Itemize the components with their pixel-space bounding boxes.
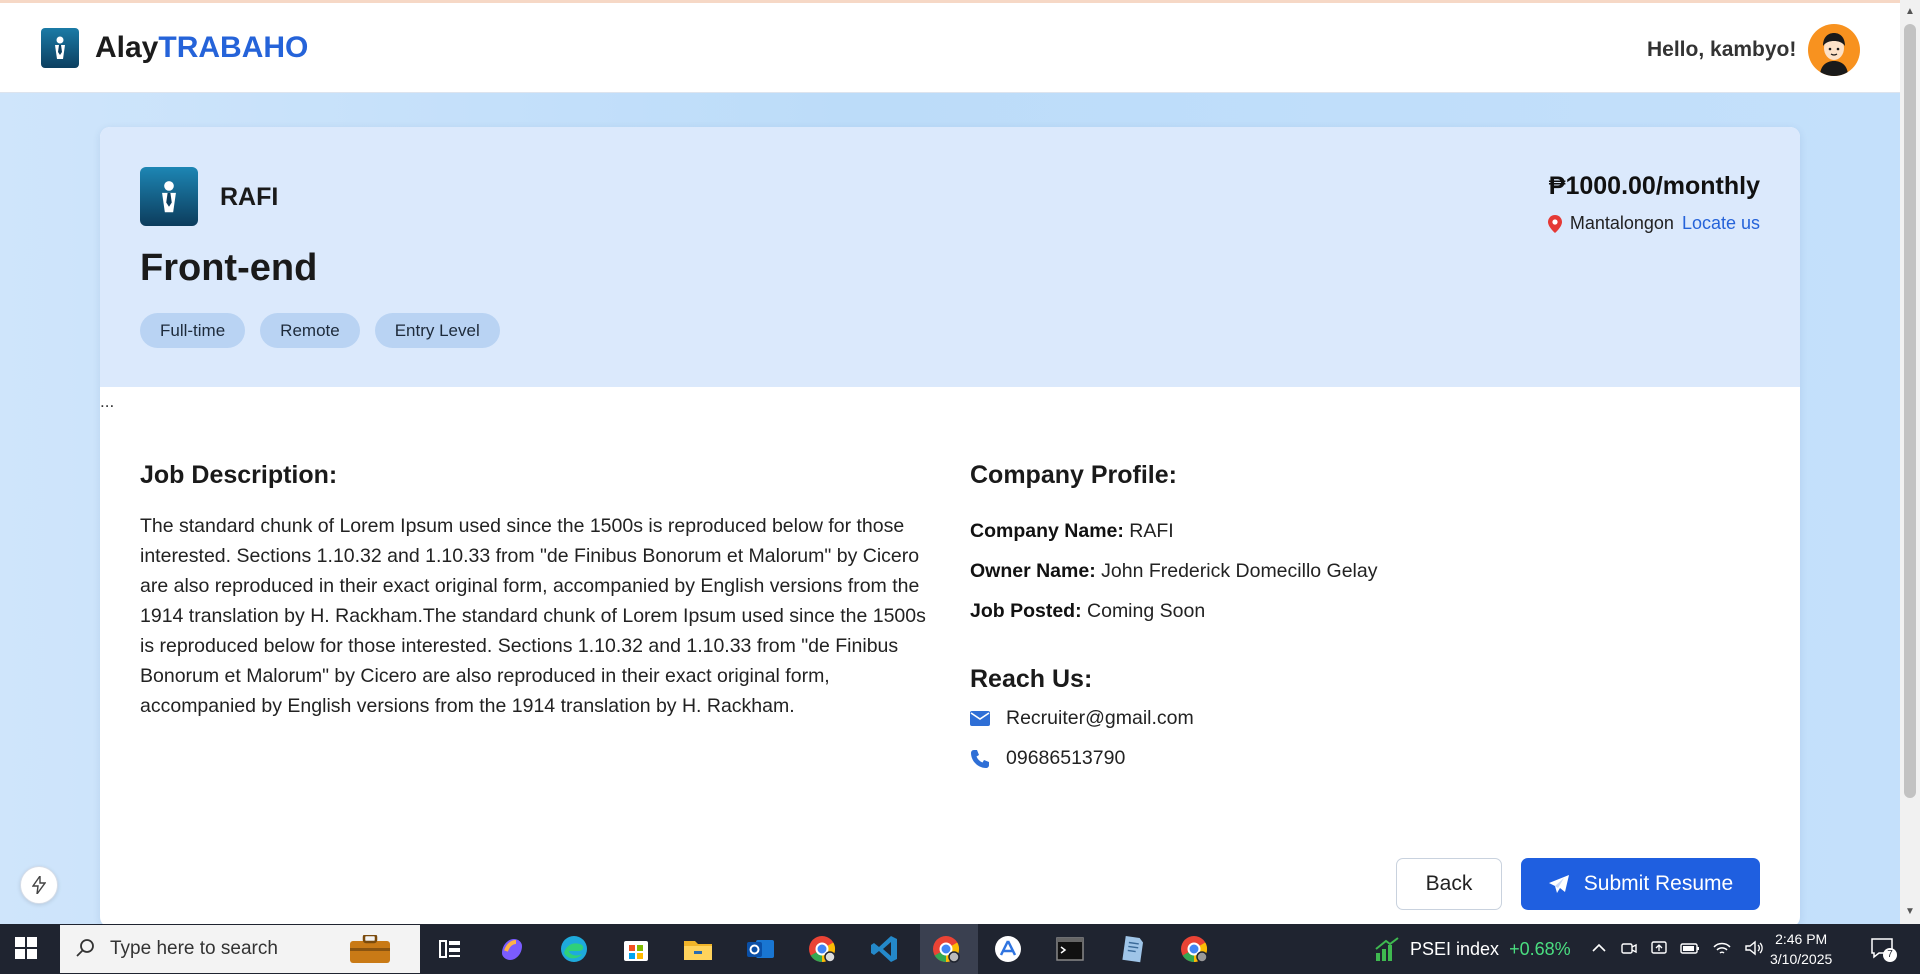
submit-resume-label: Submit Resume — [1583, 872, 1734, 895]
job-title: Front-end — [140, 247, 318, 289]
job-tags: Full-time Remote Entry Level — [140, 313, 500, 348]
meet-now-icon[interactable] — [1620, 939, 1638, 957]
locate-us-link[interactable]: Locate us — [1682, 213, 1760, 234]
job-details-card: RAFI Front-end Full-time Remote Entry Le… — [100, 127, 1800, 927]
taskbar-search-box[interactable]: Type here to search — [60, 925, 420, 973]
task-view-icon[interactable] — [434, 933, 466, 965]
notification-center-icon[interactable]: 7 — [1870, 936, 1897, 962]
windows-start-icon[interactable] — [15, 937, 37, 964]
tag-employment-type: Full-time — [140, 313, 246, 348]
submit-resume-button[interactable]: Submit Resume — [1521, 858, 1760, 910]
chrome-profile-3-icon[interactable] — [1178, 933, 1210, 965]
job-description-heading: Job Description: — [140, 461, 338, 489]
brand-prefix: Alay — [95, 31, 159, 64]
owner-name-value: John Frederick Domecillo Gelay — [1101, 560, 1378, 582]
windows-taskbar: Type here to search PSEI index +0.68% 2:… — [0, 924, 1920, 974]
scroll-down-arrow-icon[interactable]: ▼ — [1905, 906, 1915, 917]
file-explorer-icon[interactable] — [682, 933, 714, 965]
job-posted-value: Coming Soon — [1087, 600, 1206, 622]
brand-name[interactable]: AlayTRABAHO — [95, 31, 308, 65]
overflow-ellipsis: ... — [100, 392, 115, 411]
owner-name-row: Owner Name: John Frederick Domecillo Gel… — [970, 551, 1377, 591]
lightning-icon — [32, 876, 46, 894]
microsoft-store-icon[interactable] — [620, 933, 652, 965]
trend-up-icon — [1375, 937, 1399, 961]
scroll-up-arrow-icon[interactable]: ▲ — [1905, 6, 1915, 17]
job-posted-label: Job Posted: — [970, 600, 1082, 622]
job-description-text: The standard chunk of Lorem Ipsum used s… — [140, 515, 926, 717]
stock-ticker-widget[interactable]: PSEI index +0.68% — [1374, 937, 1571, 961]
terminal-icon[interactable] — [1054, 933, 1086, 965]
phone-number[interactable]: 09686513790 — [1006, 747, 1125, 770]
app-header: AlayTRABAHO Hello, kambyo! — [0, 0, 1900, 93]
user-greeting: Hello, kambyo! — [1647, 38, 1797, 61]
notification-count: 7 — [1883, 948, 1897, 962]
location-name: Mantalongon — [1569, 213, 1674, 233]
volume-icon[interactable] — [1744, 939, 1764, 957]
chevron-up-icon[interactable] — [1590, 939, 1608, 957]
outlook-icon[interactable] — [744, 933, 776, 965]
salary: ₱1000.00/monthly — [1548, 172, 1760, 200]
job-header: RAFI Front-end Full-time Remote Entry Le… — [100, 127, 1800, 387]
clock-time: 2:46 PM — [1775, 931, 1828, 947]
search-icon — [76, 939, 94, 957]
paper-plane-icon — [1548, 875, 1569, 893]
reach-us-heading: Reach Us: — [970, 665, 1093, 693]
company-logo-icon — [140, 167, 198, 226]
contact-email: Recruiter@gmail.com — [970, 707, 1194, 730]
company-name-row: Company Name: RAFI — [970, 511, 1377, 551]
system-clock[interactable]: 2:46 PM 3/10/2025 — [1770, 929, 1832, 969]
chrome-profile-1-icon[interactable] — [806, 933, 838, 965]
phone-icon — [971, 749, 989, 768]
company-profile-heading: Company Profile: — [970, 461, 1177, 489]
briefcase-icon — [350, 935, 390, 963]
company-name-value: RAFI — [1129, 520, 1174, 542]
notepad-icon[interactable] — [1116, 933, 1148, 965]
wifi-icon[interactable] — [1712, 939, 1732, 957]
email-address[interactable]: Recruiter@gmail.com — [1006, 707, 1194, 730]
chrome-profile-2-icon[interactable] — [930, 933, 962, 965]
app-logo-icon[interactable] — [41, 28, 79, 68]
edge-browser-icon[interactable] — [558, 933, 590, 965]
search-placeholder: Type here to search — [110, 938, 278, 959]
screen-share-icon[interactable] — [1650, 939, 1668, 957]
job-posted-row: Job Posted: Coming Soon — [970, 591, 1377, 631]
ticker-change: +0.68% — [1509, 938, 1571, 959]
job-location: Mantalongon Locate us — [1547, 213, 1760, 234]
owner-name-label: Owner Name: — [970, 560, 1096, 582]
scroll-thumb[interactable] — [1904, 24, 1916, 798]
ticker-name: PSEI index — [1410, 938, 1500, 959]
back-button[interactable]: Back — [1396, 858, 1502, 910]
company-name: RAFI — [220, 183, 279, 211]
company-profile: Company Name: RAFI Owner Name: John Fred… — [970, 511, 1377, 631]
system-tray — [1590, 939, 1764, 957]
copilot-icon[interactable] — [496, 933, 528, 965]
contact-phone: 09686513790 — [970, 747, 1125, 770]
quick-action-button[interactable] — [20, 866, 58, 904]
envelope-icon — [970, 711, 990, 726]
tag-experience-level: Entry Level — [374, 313, 500, 348]
tag-work-setup: Remote — [260, 313, 360, 348]
map-pin-icon — [1547, 214, 1562, 233]
user-avatar[interactable] — [1808, 24, 1860, 76]
clock-date: 3/10/2025 — [1770, 951, 1833, 967]
company-name-label: Company Name: — [970, 520, 1124, 542]
app-store-icon[interactable] — [992, 933, 1024, 965]
brand-suffix: TRABAHO — [158, 31, 309, 64]
page-scrollbar[interactable]: ▲ ▼ — [1900, 0, 1920, 924]
battery-icon[interactable] — [1680, 939, 1700, 957]
vscode-icon[interactable] — [868, 933, 900, 965]
